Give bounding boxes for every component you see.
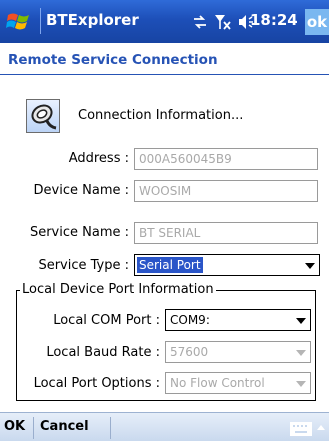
connectivity-icon[interactable] [192, 15, 208, 29]
title-bar: BTExplorer 18:24 ok [0, 0, 329, 43]
keyboard-icon[interactable] [290, 421, 312, 440]
softkey-bar: OK Cancel [0, 412, 329, 441]
local-com-port-value: COM9: [170, 313, 210, 327]
clock[interactable]: 18:24 [250, 11, 298, 29]
local-port-options-label: Local Port Options : [33, 376, 160, 391]
signal-off-icon[interactable] [214, 14, 232, 30]
connection-info-label: Connection Information... [78, 108, 244, 123]
dialog-title: Remote Service Connection [8, 52, 218, 68]
local-port-group-title: Local Device Port Information [20, 282, 216, 297]
softkey-separator [33, 417, 34, 439]
title-ok-button[interactable]: ok [305, 9, 329, 35]
cancel-softkey[interactable]: Cancel [40, 419, 89, 434]
chevron-down-icon[interactable] [305, 263, 315, 269]
address-label: Address : [68, 151, 129, 166]
title-separator [40, 8, 41, 34]
service-type-select[interactable]: Serial Port [134, 254, 320, 276]
heading-divider [0, 74, 329, 75]
windows-start-icon[interactable] [6, 9, 34, 33]
device-name-label: Device Name : [33, 183, 129, 198]
local-baud-rate-select[interactable]: 57600 [165, 341, 311, 363]
serial-plug-icon [26, 99, 60, 133]
service-name-label: Service Name : [29, 225, 129, 240]
app-title: BTExplorer [46, 11, 139, 29]
local-port-options-select[interactable]: No Flow Control [165, 372, 311, 394]
service-type-value: Serial Port [137, 257, 203, 273]
device-name-field[interactable]: WOOSIM [134, 180, 318, 202]
softkey-separator [110, 417, 111, 439]
chevron-down-icon[interactable] [296, 318, 306, 324]
keyboard-menu-icon[interactable] [317, 425, 325, 430]
service-name-field[interactable]: BT SERIAL [134, 222, 318, 244]
chevron-down-icon [296, 350, 306, 356]
local-com-port-label: Local COM Port : [53, 313, 160, 328]
local-port-options-value: No Flow Control [170, 376, 265, 390]
local-com-port-select[interactable]: COM9: [165, 309, 311, 331]
chevron-down-icon [296, 381, 306, 387]
local-baud-rate-value: 57600 [170, 345, 209, 359]
address-field[interactable]: 000A560045B9 [134, 148, 318, 170]
ok-softkey[interactable]: OK [4, 419, 25, 434]
status-icons [192, 11, 256, 33]
service-type-label: Service Type : [38, 258, 129, 273]
local-baud-rate-label: Local Baud Rate : [46, 345, 160, 360]
